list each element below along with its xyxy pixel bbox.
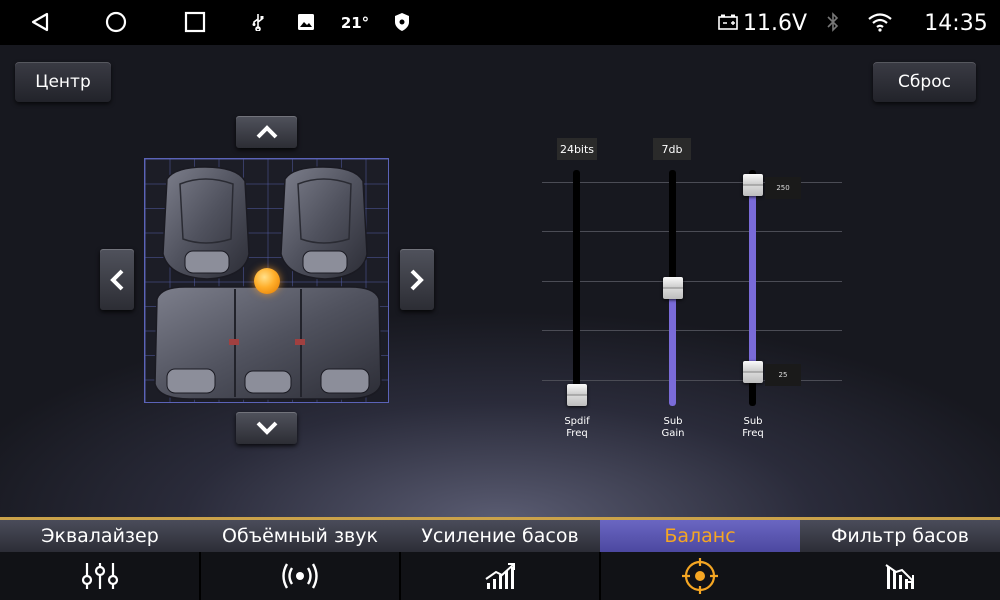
spdif-freq-label: Spdif Freq xyxy=(564,416,590,439)
usb-icon xyxy=(250,12,266,32)
sub-freq-upper-value: 250 xyxy=(765,177,801,199)
grid-line xyxy=(542,231,842,232)
spdif-freq-track[interactable] xyxy=(573,170,580,406)
voltage-text: 11.6V xyxy=(742,10,808,36)
clock-text: 14:35 xyxy=(924,10,988,36)
home-icon[interactable] xyxy=(104,10,128,34)
right-arrow-button[interactable] xyxy=(400,249,434,310)
surround-sound-icon xyxy=(200,552,400,600)
tab-equalizer[interactable]: Эквалайзер xyxy=(0,520,200,600)
sub-freq-upper-knob[interactable] xyxy=(743,174,763,196)
tab-label: Баланс xyxy=(600,520,800,552)
sub-gain-knob[interactable] xyxy=(663,277,683,299)
chevron-right-icon xyxy=(410,269,424,290)
tab-label: Усиление басов xyxy=(400,520,600,552)
status-bar: 21° 11.6V 14:35 xyxy=(0,0,1000,45)
up-arrow-button[interactable] xyxy=(236,116,297,148)
tab-label: Объёмный звук xyxy=(200,520,400,552)
shield-icon xyxy=(392,11,412,33)
tab-balance[interactable]: Баланс xyxy=(600,520,800,600)
chevron-down-icon xyxy=(256,421,277,435)
recent-apps-icon[interactable] xyxy=(183,10,207,34)
balance-target-icon xyxy=(600,552,800,600)
grid-line xyxy=(542,330,842,331)
sub-freq-fill xyxy=(749,185,756,372)
bass-filter-chart-icon xyxy=(800,552,1000,600)
center-button[interactable]: Центр xyxy=(15,62,111,102)
sub-freq-lower-knob[interactable] xyxy=(743,361,763,383)
bass-boost-chart-icon xyxy=(400,552,600,600)
sub-gain-fill xyxy=(669,288,676,406)
down-arrow-button[interactable] xyxy=(236,412,297,444)
sub-freq-lower-value: 25 xyxy=(765,364,801,386)
reset-button[interactable]: Сброс xyxy=(873,62,976,102)
equalizer-sliders-icon xyxy=(0,552,200,600)
tab-surround[interactable]: Объёмный звук xyxy=(200,520,400,600)
tab-label: Фильтр басов xyxy=(800,520,1000,552)
chevron-left-icon xyxy=(110,269,124,290)
chevron-up-icon xyxy=(256,125,277,139)
spdif-freq-knob[interactable] xyxy=(567,384,587,406)
wifi-icon xyxy=(866,11,894,33)
left-arrow-button[interactable] xyxy=(100,249,134,310)
grid-line xyxy=(542,281,842,282)
sub-gain-value: 7db xyxy=(653,138,691,160)
tab-label: Эквалайзер xyxy=(0,520,200,552)
tab-bass-boost[interactable]: Усиление басов xyxy=(400,520,600,600)
sub-freq-label: Sub Freq xyxy=(742,416,764,439)
sub-gain-label: Sub Gain xyxy=(661,416,685,439)
audio-tab-bar: Эквалайзер Объёмный звук Усиление басов … xyxy=(0,517,1000,600)
temperature-text: 21° xyxy=(340,14,370,32)
balance-point-handle[interactable] xyxy=(254,268,280,294)
spdif-freq-value: 24bits xyxy=(557,138,597,160)
bluetooth-icon xyxy=(824,11,842,33)
tab-bass-filter[interactable]: Фильтр басов xyxy=(800,520,1000,600)
image-icon xyxy=(296,12,316,32)
battery-icon xyxy=(716,12,740,32)
back-icon[interactable] xyxy=(28,10,52,34)
